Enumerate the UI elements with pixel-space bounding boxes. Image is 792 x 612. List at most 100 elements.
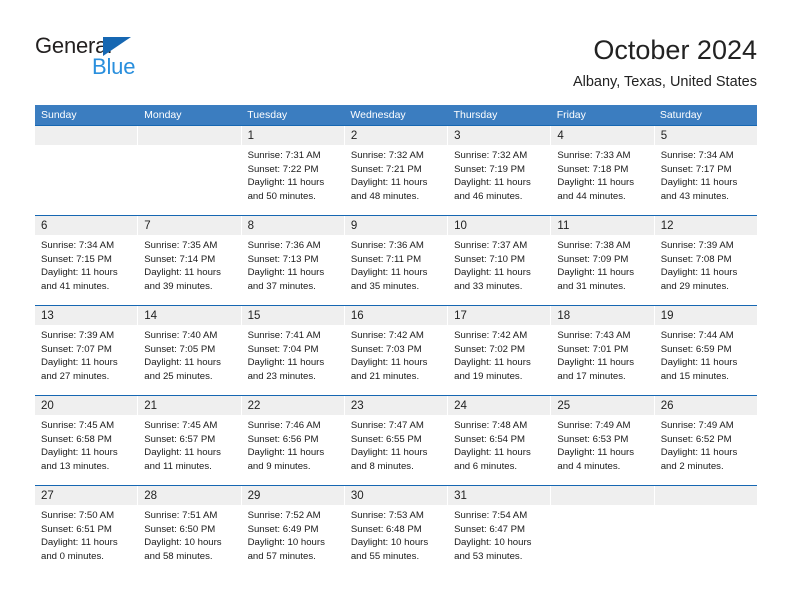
daylight-text-line1: Daylight: 11 hours — [660, 267, 738, 279]
calendar-day-cell[interactable]: 10 Sunrise: 7:37 AM Sunset: 7:10 PM Dayligh… — [448, 216, 552, 305]
page-title: October 2024 — [593, 35, 757, 65]
calendar-day-cell[interactable]: 27 Sunrise: 7:50 AM Sunset: 6:51 PM Dayligh… — [35, 486, 139, 575]
logo-text-blue: Blue — [92, 54, 136, 79]
calendar-day-cell[interactable]: 20 Sunrise: 7:45 AM Sunset: 6:58 PM Dayligh… — [35, 396, 139, 485]
calendar-day-cell[interactable]: 23 Sunrise: 7:47 AM Sunset: 6:55 PM Dayligh… — [344, 396, 449, 485]
day-details: Sunrise: 7:33 AM Sunset: 7:18 PM Daylight:… — [551, 145, 653, 203]
calendar-day-cell[interactable]: 9 Sunrise: 7:36 AM Sunset: 7:11 PM Daylight… — [344, 216, 449, 305]
day-details: Sunrise: 7:35 AM Sunset: 7:14 PM Daylight:… — [138, 235, 240, 293]
calendar-day-cell[interactable]: 21 Sunrise: 7:45 AM Sunset: 6:57 PM Dayligh… — [138, 396, 242, 485]
calendar-day-cell[interactable]: 25 Sunrise: 7:49 AM Sunset: 6:53 PM Dayligh… — [551, 396, 655, 485]
day-details: Sunrise: 7:32 AM Sunset: 7:21 PM Daylight:… — [345, 145, 447, 203]
calendar-day-cell[interactable]: 28 Sunrise: 7:51 AM Sunset: 6:50 PM Dayligh… — [138, 486, 242, 575]
sunrise-text: Sunrise: 7:43 AM — [557, 330, 631, 341]
calendar-day-cell[interactable]: 14 Sunrise: 7:40 AM Sunset: 7:05 PM Dayligh… — [138, 306, 242, 395]
weekday-header-friday: Friday — [556, 109, 586, 121]
calendar-day-cell[interactable]: 22 Sunrise: 7:46 AM Sunset: 6:56 PM Dayligh… — [241, 396, 345, 485]
day-number-band — [35, 126, 138, 145]
day-number-band: 29 — [241, 486, 344, 505]
calendar-day-cell[interactable]: 31 Sunrise: 7:54 AM Sunset: 6:47 PM Dayligh… — [448, 486, 552, 575]
day-number: 19 — [660, 310, 674, 322]
calendar-day-cell[interactable]: 26 Sunrise: 7:49 AM Sunset: 6:52 PM Dayligh… — [654, 396, 757, 485]
daylight-text-line2: and 9 minutes. — [247, 460, 311, 472]
day-details: Sunrise: 7:46 AM Sunset: 6:56 PM Daylight:… — [242, 415, 344, 473]
daylight-text-line1: Daylight: 11 hours — [41, 267, 118, 279]
calendar-day-cell[interactable]: 1 Sunrise: 7:31 AM Sunset: 7:22 PM Daylight… — [241, 126, 345, 215]
day-number: 10 — [454, 220, 467, 232]
day-number-band: 21 — [138, 396, 241, 415]
calendar-day-cell[interactable]: 7 Sunrise: 7:35 AM Sunset: 7:14 PM Daylight… — [138, 216, 242, 305]
calendar-day-cell[interactable]: 15 Sunrise: 7:41 AM Sunset: 7:04 PM Dayligh… — [241, 306, 345, 395]
sunrise-text: Sunrise: 7:32 AM — [350, 150, 424, 161]
calendar-day-cell[interactable]: 11 Sunrise: 7:38 AM Sunset: 7:09 PM Dayligh… — [551, 216, 655, 305]
sunrise-text: Sunrise: 7:35 AM — [144, 240, 218, 251]
general-blue-logo[interactable]: General Blue — [35, 33, 195, 85]
day-number: 12 — [660, 220, 674, 232]
day-details: Sunrise: 7:49 AM Sunset: 6:52 PM Daylight:… — [655, 415, 757, 473]
day-details: Sunrise: 7:39 AM Sunset: 7:08 PM Daylight:… — [655, 235, 757, 293]
calendar-day-cell[interactable]: 24 Sunrise: 7:48 AM Sunset: 6:54 PM Dayligh… — [448, 396, 552, 485]
calendar-day-cell[interactable]: 5 Sunrise: 7:34 AM Sunset: 7:17 PM Daylight… — [654, 126, 757, 215]
sunrise-text: Sunrise: 7:50 AM — [41, 510, 115, 521]
sunset-text: Sunset: 6:56 PM — [247, 433, 319, 445]
sunrise-text: Sunrise: 7:34 AM — [41, 240, 115, 251]
day-details: Sunrise: 7:41 AM Sunset: 7:04 PM Daylight:… — [242, 325, 344, 383]
sunrise-text: Sunrise: 7:49 AM — [660, 420, 734, 431]
calendar-week-row: 20 Sunrise: 7:45 AM Sunset: 6:58 PM Dayligh… — [35, 395, 757, 485]
calendar-day-empty — [551, 486, 655, 575]
day-number: 2 — [350, 130, 358, 142]
weekday-header-sunday: Sunday — [41, 109, 77, 121]
sunset-text: Sunset: 6:55 PM — [350, 433, 422, 445]
sunrise-text: Sunrise: 7:37 AM — [454, 240, 528, 251]
daylight-text-line2: and 31 minutes. — [557, 280, 626, 292]
day-number: 27 — [41, 490, 54, 502]
sunrise-text: Sunrise: 7:39 AM — [41, 330, 115, 341]
weekday-header-thursday: Thursday — [453, 109, 498, 121]
sunset-text: Sunset: 7:09 PM — [557, 253, 629, 265]
calendar-day-cell[interactable]: 18 Sunrise: 7:43 AM Sunset: 7:01 PM Dayligh… — [551, 306, 655, 395]
daylight-text-line1: Daylight: 11 hours — [350, 357, 428, 369]
weekday-header-row: Sunday Monday Tuesday Wednesday Thursday Frid… — [35, 105, 757, 125]
sunset-text: Sunset: 7:14 PM — [144, 253, 216, 265]
day-details: Sunrise: 7:48 AM Sunset: 6:54 PM Daylight:… — [448, 415, 550, 473]
calendar-day-cell[interactable]: 6 Sunrise: 7:34 AM Sunset: 7:15 PM Daylight… — [35, 216, 139, 305]
calendar-day-cell[interactable]: 12 Sunrise: 7:39 AM Sunset: 7:08 PM Dayligh… — [654, 216, 757, 305]
calendar-day-cell[interactable]: 8 Sunrise: 7:36 AM Sunset: 7:13 PM Daylight… — [241, 216, 345, 305]
day-number: 25 — [557, 400, 571, 412]
calendar-page: General Blue October 2024 Albany, Texas,… — [0, 0, 792, 612]
calendar-day-cell[interactable]: 2 Sunrise: 7:32 AM Sunset: 7:21 PM Daylight… — [344, 126, 449, 215]
day-number-band: 30 — [344, 486, 448, 505]
daylight-text-line1: Daylight: 10 hours — [144, 537, 222, 549]
daylight-text-line1: Daylight: 11 hours — [454, 267, 531, 279]
sunset-text: Sunset: 7:18 PM — [557, 163, 629, 175]
calendar-day-cell[interactable]: 17 Sunrise: 7:42 AM Sunset: 7:02 PM Dayligh… — [448, 306, 552, 395]
calendar-day-cell[interactable]: 16 Sunrise: 7:42 AM Sunset: 7:03 PM Dayligh… — [344, 306, 449, 395]
day-number-band: 6 — [35, 216, 138, 235]
day-number: 18 — [557, 310, 571, 322]
calendar-week-row: 13 Sunrise: 7:39 AM Sunset: 7:07 PM Dayligh… — [35, 305, 757, 395]
calendar-day-cell[interactable]: 13 Sunrise: 7:39 AM Sunset: 7:07 PM Dayligh… — [35, 306, 139, 395]
daylight-text-line2: and 44 minutes. — [557, 190, 626, 202]
daylight-text-line1: Daylight: 11 hours — [454, 177, 531, 189]
sunrise-text: Sunrise: 7:33 AM — [557, 150, 631, 161]
calendar-day-cell[interactable]: 4 Sunrise: 7:33 AM Sunset: 7:18 PM Daylight… — [551, 126, 655, 215]
daylight-text-line2: and 11 minutes. — [144, 460, 212, 472]
daylight-text-line2: and 55 minutes. — [350, 550, 420, 562]
sunrise-text: Sunrise: 7:36 AM — [247, 240, 321, 251]
sunrise-text: Sunrise: 7:52 AM — [247, 510, 321, 521]
sunset-text: Sunset: 7:10 PM — [454, 253, 526, 265]
calendar-day-cell[interactable]: 3 Sunrise: 7:32 AM Sunset: 7:19 PM Daylight… — [448, 126, 552, 215]
calendar-day-cell[interactable]: 30 Sunrise: 7:53 AM Sunset: 6:48 PM Dayligh… — [344, 486, 449, 575]
day-details: Sunrise: 7:50 AM Sunset: 6:51 PM Daylight:… — [35, 505, 137, 563]
calendar-day-cell[interactable]: 19 Sunrise: 7:44 AM Sunset: 6:59 PM Dayligh… — [654, 306, 757, 395]
day-number: 3 — [454, 130, 461, 142]
daylight-text-line2: and 25 minutes. — [144, 370, 213, 382]
sunrise-text: Sunrise: 7:54 AM — [454, 510, 528, 521]
day-number-band: 12 — [654, 216, 757, 235]
calendar-day-cell[interactable]: 29 Sunrise: 7:52 AM Sunset: 6:49 PM Dayligh… — [241, 486, 345, 575]
day-number: 13 — [41, 310, 54, 322]
sunset-text: Sunset: 6:57 PM — [144, 433, 216, 445]
weekday-header-saturday: Saturday — [659, 109, 702, 121]
day-number: 17 — [454, 310, 467, 322]
daylight-text-line2: and 23 minutes. — [247, 370, 316, 382]
